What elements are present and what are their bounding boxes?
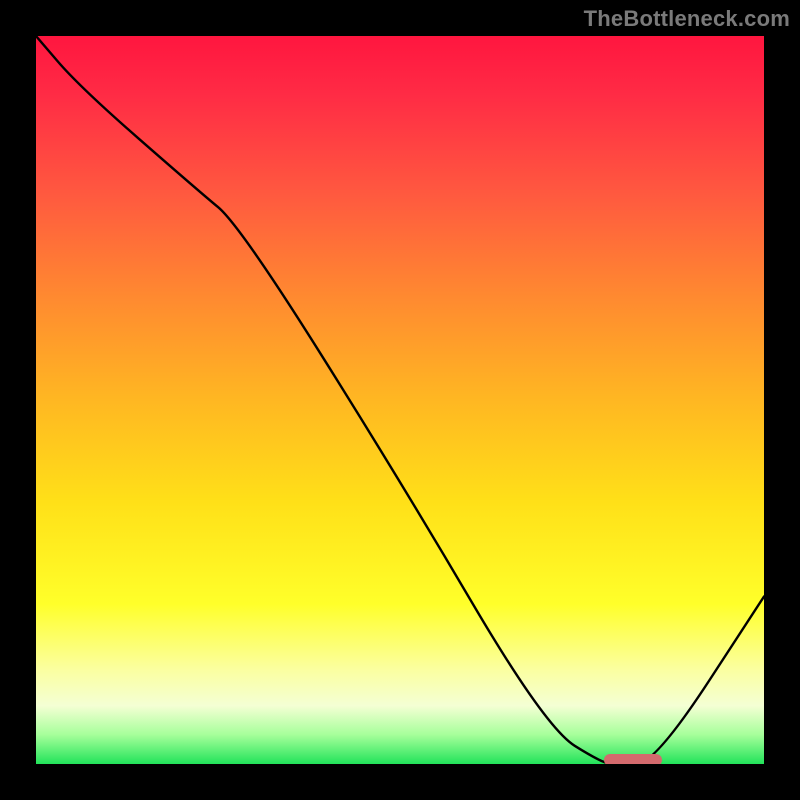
plot-area bbox=[36, 36, 764, 764]
chart-container: TheBottleneck.com bbox=[0, 0, 800, 800]
bottleneck-curve bbox=[36, 36, 764, 764]
watermark-text: TheBottleneck.com bbox=[584, 6, 790, 32]
optimal-marker bbox=[604, 754, 662, 764]
curve-svg bbox=[36, 36, 764, 764]
